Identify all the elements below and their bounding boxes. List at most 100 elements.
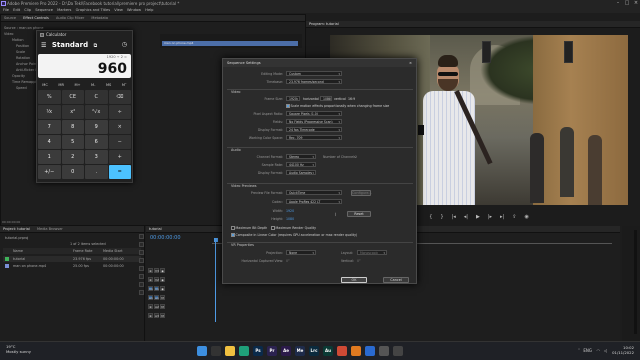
frame-height-input[interactable]: 1080 — [320, 96, 332, 101]
calc-key[interactable]: = — [108, 165, 131, 179]
menu-icon[interactable]: ☰ — [41, 40, 46, 52]
step-back-icon[interactable]: ◂| — [464, 212, 468, 222]
calc-key[interactable]: ⌫ — [108, 90, 131, 104]
mem-list-button[interactable]: M˅ — [122, 81, 127, 89]
search-icon[interactable] — [211, 346, 221, 356]
track-select-tool-icon[interactable] — [139, 242, 144, 247]
project-item-row[interactable]: man on phone.mp4 25.00 fps 00:00:00:00 — [3, 263, 141, 269]
calc-key[interactable]: 7 — [38, 120, 61, 134]
calc-key[interactable]: x² — [61, 105, 84, 119]
ripple-edit-tool-icon[interactable] — [139, 250, 144, 255]
store-icon[interactable] — [379, 346, 389, 356]
weather-widget[interactable]: 19°C Mostly sunny — [6, 344, 31, 354]
menu-file[interactable]: File — [3, 7, 9, 13]
mail-icon[interactable] — [365, 346, 375, 356]
calc-key[interactable]: × — [108, 120, 131, 134]
col-frame-rate[interactable]: Frame Rate — [73, 249, 92, 253]
calc-key[interactable]: − — [108, 135, 131, 149]
after-effects-icon[interactable]: Ae — [281, 346, 291, 356]
calc-key[interactable]: C — [85, 90, 108, 104]
start-icon[interactable] — [197, 346, 207, 356]
chrome-icon[interactable] — [337, 346, 347, 356]
track-name[interactable]: A3 — [154, 313, 159, 318]
track-name[interactable]: V2 — [154, 277, 159, 282]
go-to-in-icon[interactable]: |◂ — [452, 212, 456, 222]
color-space-select[interactable]: Rec. 709 — [286, 135, 342, 140]
mem-add-button[interactable]: M+ — [74, 81, 80, 89]
menu-view[interactable]: View — [114, 7, 123, 13]
export-frame-icon[interactable]: ◉ — [524, 212, 528, 222]
calc-key[interactable]: 6 — [85, 135, 108, 149]
max-render-checkbox[interactable]: Maximum Render Quality — [271, 226, 316, 230]
ok-button[interactable]: OK — [341, 277, 367, 283]
hand-tool-icon[interactable] — [139, 282, 144, 287]
calc-key[interactable]: % — [38, 90, 61, 104]
mem-recall-button[interactable]: MR — [58, 81, 64, 89]
slip-tool-icon[interactable] — [139, 266, 144, 271]
pen-tool-icon[interactable] — [139, 274, 144, 279]
chevron-up-icon[interactable]: ˄ — [578, 348, 580, 353]
step-forward-icon[interactable]: |▸ — [488, 212, 492, 222]
frame-width-input[interactable]: 1920 — [286, 96, 300, 101]
reset-button[interactable]: Reset — [347, 211, 371, 217]
calc-key[interactable]: 8 — [61, 120, 84, 134]
projection-select[interactable]: None — [286, 250, 316, 255]
fields-select[interactable]: No Fields (Progressive Scan) — [286, 119, 342, 124]
type-tool-icon[interactable] — [139, 290, 144, 295]
menu-sequence[interactable]: Sequence — [35, 7, 53, 13]
mark-in-icon[interactable]: { — [429, 212, 432, 222]
clock[interactable]: 10:02 01/11/2022 — [612, 345, 634, 355]
tab-project[interactable]: Project: tutorial — [3, 227, 30, 231]
calc-key[interactable]: 5 — [61, 135, 84, 149]
calc-key[interactable]: . — [85, 165, 108, 179]
calc-key[interactable]: +/− — [38, 165, 61, 179]
mem-clear-button[interactable]: MC — [42, 81, 48, 89]
link-icon[interactable]: ⧘ — [335, 212, 336, 218]
tab-effect-controls[interactable]: Effect Controls — [23, 16, 49, 20]
audio-display-select[interactable]: Audio Samples — [286, 170, 316, 175]
layout-select[interactable]: Monoscopic — [357, 250, 387, 255]
calc-key[interactable]: ⅟x — [38, 105, 61, 119]
calc-key[interactable]: 0 — [61, 165, 84, 179]
photoshop-icon[interactable]: Ps — [253, 346, 263, 356]
menu-edit[interactable]: Edit — [13, 7, 20, 13]
track-name[interactable]: A2 — [154, 304, 159, 309]
tab-program[interactable]: Program: tutorial — [309, 22, 339, 26]
calc-key[interactable]: ²√x — [85, 105, 108, 119]
tab-media-browser[interactable]: Media Browser — [37, 227, 63, 231]
composite-linear-checkbox[interactable]: Composite in Linear Color (requires GPU … — [231, 233, 357, 237]
pixel-aspect-select[interactable]: Square Pixels (1.0) — [286, 111, 342, 116]
keep-on-top-icon[interactable]: ⧉ — [94, 43, 98, 49]
calc-key[interactable]: CE — [61, 90, 84, 104]
col-media-start[interactable]: Media Start — [103, 249, 123, 253]
width-value[interactable]: 1920 — [286, 209, 294, 213]
preview-format-select[interactable]: QuickTime — [286, 190, 342, 195]
firefox-icon[interactable] — [351, 346, 361, 356]
menu-help[interactable]: Help — [145, 7, 153, 13]
sample-rate-select[interactable]: 44100 Hz — [286, 162, 316, 167]
editing-mode-select[interactable]: Custom — [286, 71, 342, 76]
go-to-out-icon[interactable]: ▸| — [500, 212, 504, 222]
play-icon[interactable]: ▶ — [476, 212, 480, 222]
calc-key[interactable]: 3 — [85, 150, 108, 164]
scale-motion-checkbox[interactable]: Scale motion effects proportionally when… — [286, 104, 389, 108]
tab-audio-clip-mixer[interactable]: Audio Clip Mixer — [56, 16, 84, 20]
mem-subtract-button[interactable]: M- — [91, 81, 95, 89]
edge-icon[interactable] — [239, 346, 249, 356]
configure-button[interactable]: Configure... — [351, 190, 372, 196]
track-name[interactable]: A1 — [154, 295, 159, 300]
max-bit-depth-checkbox[interactable]: Maximum Bit Depth — [231, 226, 267, 230]
volume-icon[interactable]: ◁ — [604, 348, 607, 353]
display-format-select[interactable]: 24 fps Timecode — [286, 127, 342, 132]
codec-select[interactable]: Apple ProRes 422 LT — [286, 199, 342, 204]
language-indicator[interactable]: ENG — [583, 348, 592, 353]
track-name[interactable]: V3 — [154, 268, 159, 273]
tab-source[interactable]: Source — [4, 16, 16, 20]
channel-format-select[interactable]: Stereo — [286, 154, 316, 159]
menu-clip[interactable]: Clip — [24, 7, 31, 13]
explorer-icon[interactable] — [225, 346, 235, 356]
close-icon[interactable]: × — [632, 0, 640, 7]
maximize-icon[interactable]: □ — [623, 0, 631, 7]
calc-key[interactable]: 9 — [85, 120, 108, 134]
lightroom-icon[interactable]: Lrc — [309, 346, 319, 356]
